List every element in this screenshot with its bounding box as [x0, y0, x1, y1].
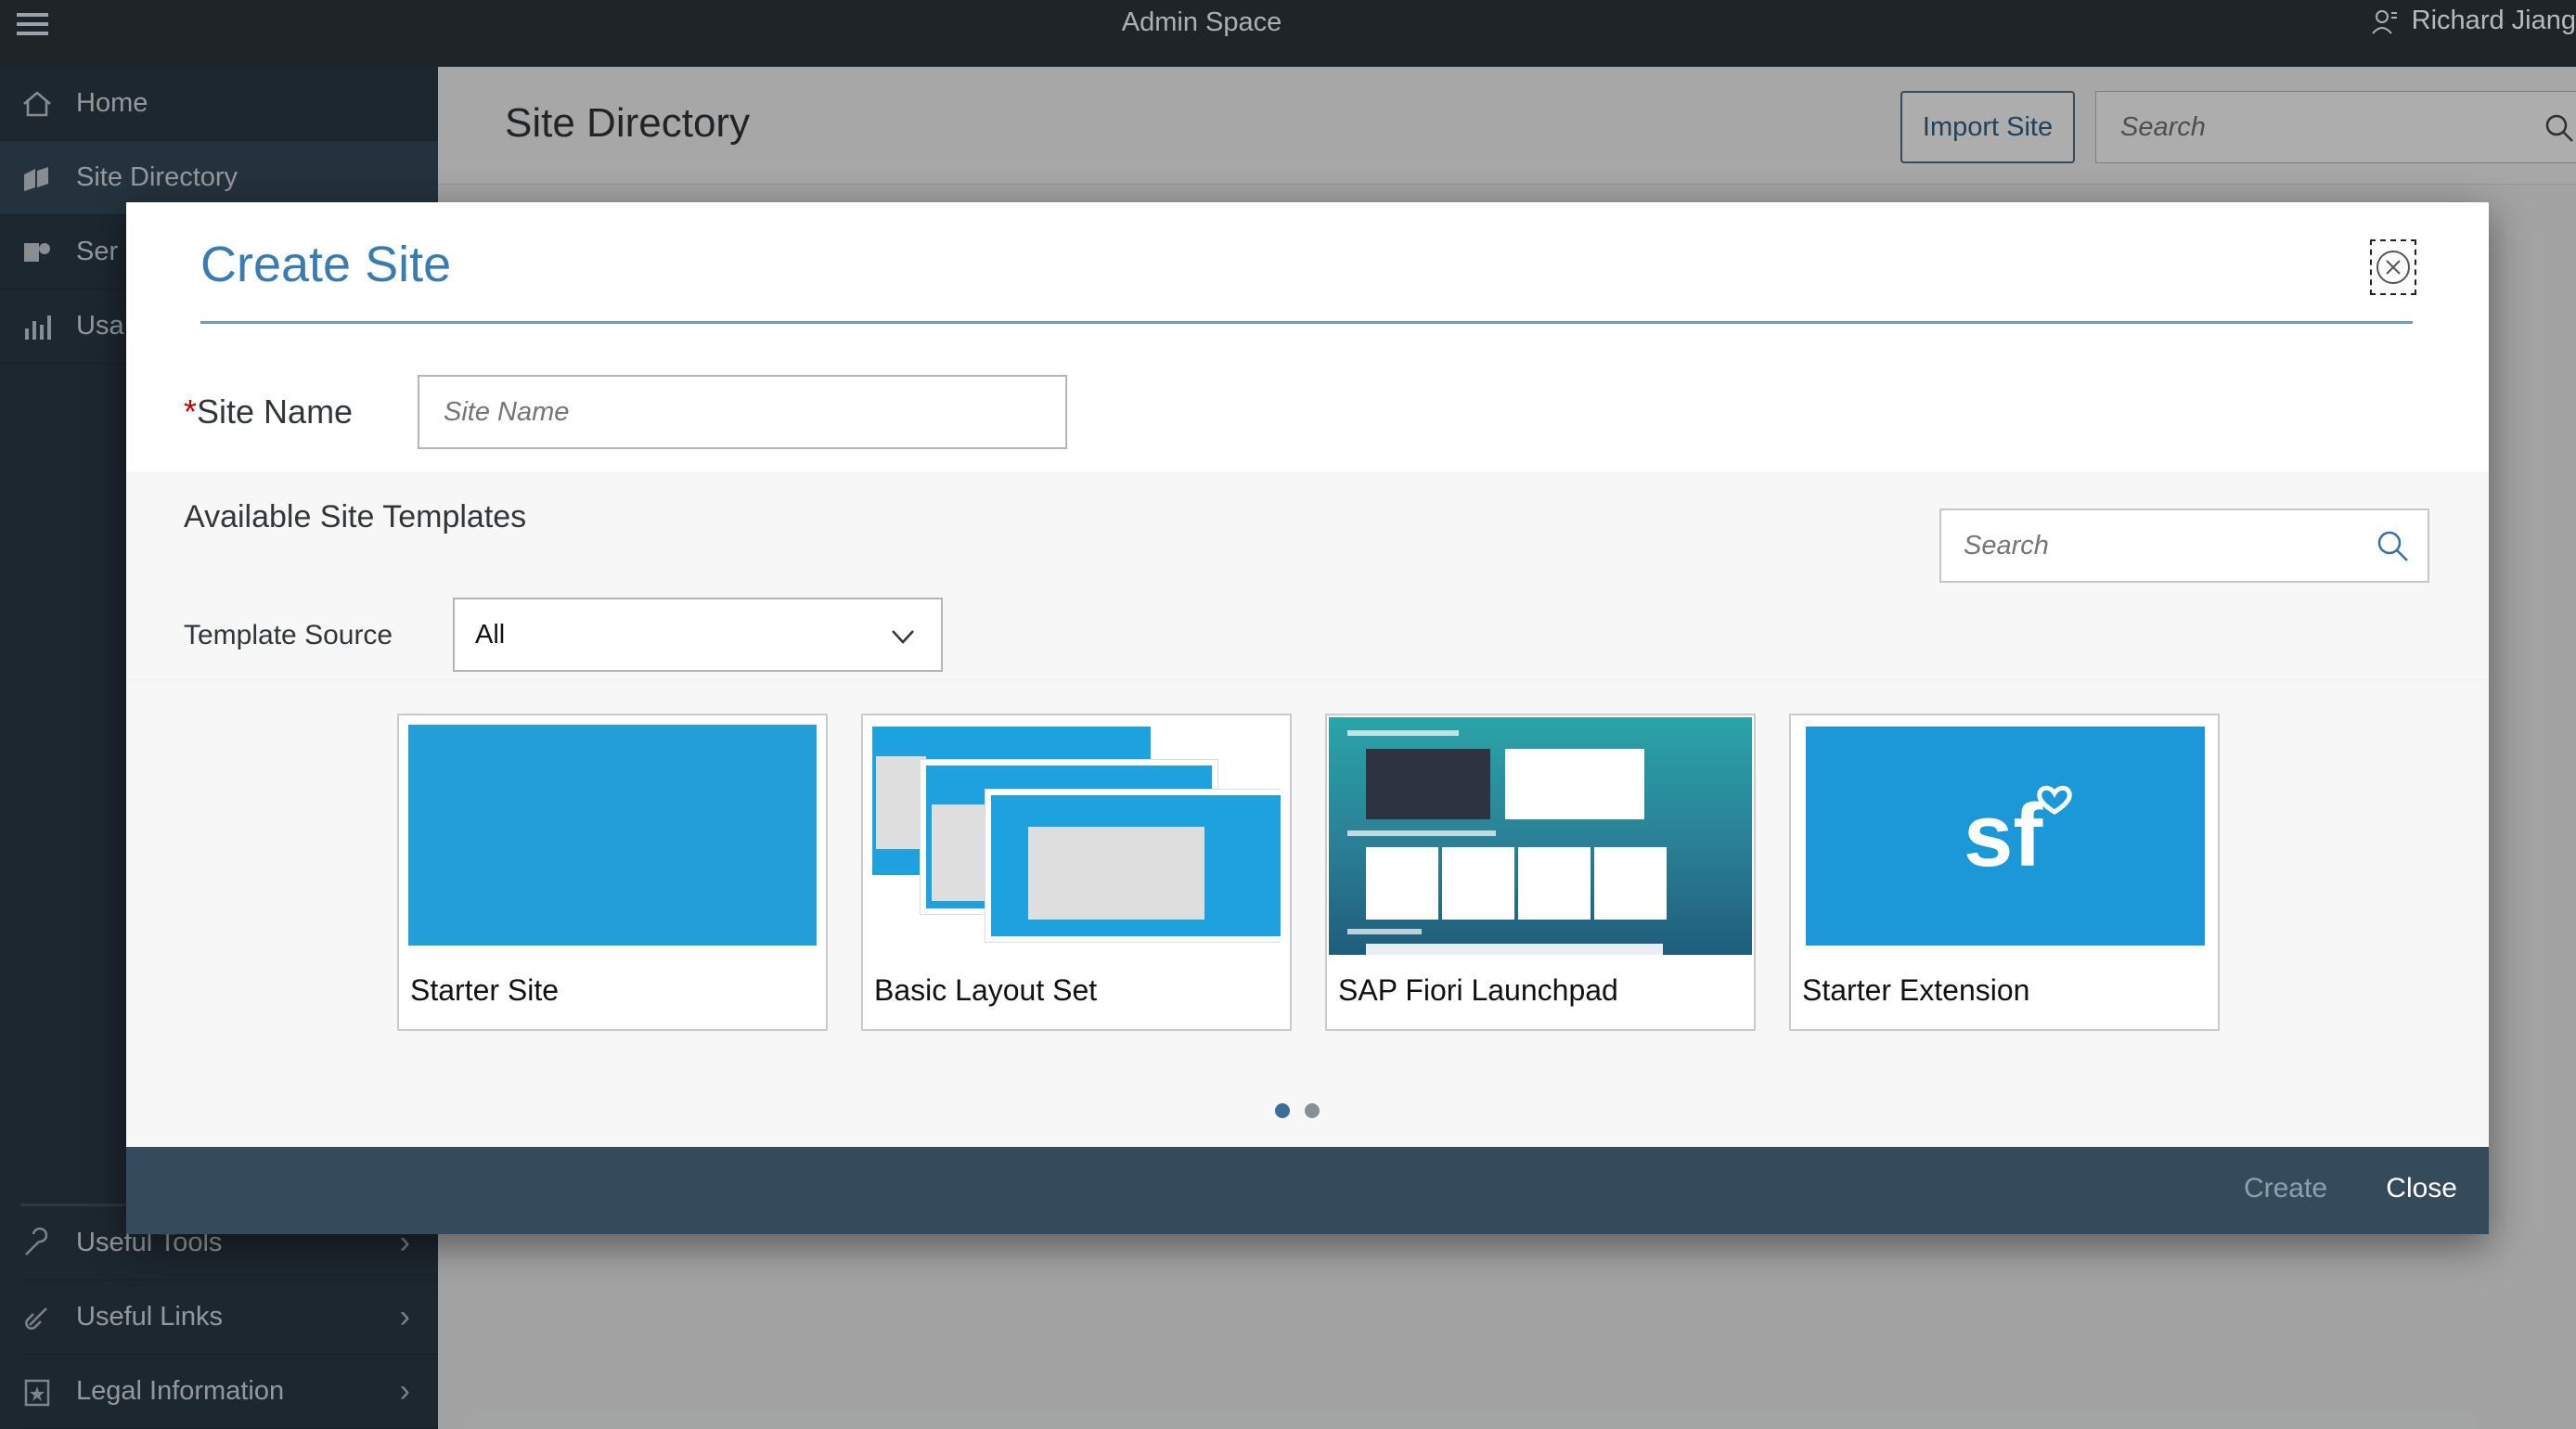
- site-name-row: *Site Name: [184, 375, 1067, 449]
- sidebar-item-label: Usa: [76, 311, 124, 341]
- page-header: Site Directory Import Site: [438, 67, 2576, 185]
- templates-search-input[interactable]: [1941, 510, 2350, 581]
- successfactors-logo-icon: sf: [1964, 785, 2072, 885]
- search-icon[interactable]: [2376, 529, 2411, 564]
- shell-title: Admin Space: [1121, 7, 1282, 37]
- template-card-basic-layout-set[interactable]: Basic Layout Set: [861, 714, 1292, 1031]
- sidebar-item-label: Home: [76, 88, 148, 118]
- template-source-value: All: [475, 619, 506, 650]
- sidebar-item-label: Useful Links: [76, 1302, 223, 1332]
- search-icon[interactable]: [2544, 112, 2575, 144]
- chevron-right-icon: ›: [399, 1299, 410, 1334]
- user-icon: [2371, 9, 2397, 34]
- carousel-page-indicator: [1275, 1103, 1320, 1118]
- dialog-title-underline: [200, 321, 2413, 324]
- template-card-label: Starter Extension: [1802, 973, 2030, 1007]
- import-site-button[interactable]: Import Site: [1900, 91, 2075, 163]
- dialog-title: Create Site: [200, 237, 452, 292]
- page-search-input[interactable]: [2096, 92, 2505, 162]
- chevron-right-icon: ›: [399, 1373, 410, 1409]
- page-dot[interactable]: [1305, 1103, 1320, 1118]
- close-icon: [2376, 251, 2410, 284]
- template-card-sap-fiori-launchpad[interactable]: SAP Fiori Launchpad: [1325, 714, 1756, 1031]
- home-icon: [23, 90, 51, 116]
- template-card-label: Starter Site: [410, 973, 560, 1007]
- page-title: Site Directory: [505, 100, 751, 146]
- close-button[interactable]: Close: [2386, 1173, 2457, 1204]
- sidebar-item-legal-information[interactable]: Legal Information ›: [20, 1355, 438, 1429]
- template-source-select[interactable]: All: [453, 598, 943, 672]
- template-thumbnail: [408, 725, 817, 946]
- sidebar-item-label: Ser: [76, 237, 119, 266]
- templates-search: [1939, 509, 2429, 583]
- wrench-icon: [25, 1227, 48, 1255]
- user-menu[interactable]: Richard Jiang: [2371, 6, 2576, 36]
- shell-bar: Admin Space Richard Jiang: [0, 0, 2576, 67]
- services-icon: [24, 242, 50, 262]
- page-dot[interactable]: [1275, 1103, 1290, 1118]
- close-dialog-button[interactable]: [2370, 239, 2416, 295]
- chevron-down-icon: [892, 630, 914, 644]
- sidebar-footer: Useful Tools › Useful Links › Legal Info…: [20, 1204, 438, 1429]
- user-name: Richard Jiang: [2411, 6, 2576, 35]
- template-card-starter-extension[interactable]: sf Starter Extension: [1789, 714, 2220, 1031]
- site-name-label: *Site Name: [184, 393, 354, 431]
- legal-icon: [24, 1379, 50, 1406]
- site-directory-icon: [24, 166, 48, 191]
- usage-icon: [25, 315, 51, 340]
- required-marker: *: [184, 393, 198, 431]
- templates-heading: Available Site Templates: [184, 499, 527, 534]
- templates-section: Available Site Templates Template Source…: [126, 471, 2489, 1147]
- template-source-label: Template Source: [184, 620, 393, 650]
- create-button[interactable]: Create: [2244, 1173, 2327, 1204]
- templates-carousel: Starter Site Basic Layout Set SAP Fiori …: [126, 679, 2489, 1147]
- svg-text:sf: sf: [1964, 786, 2043, 885]
- template-thumbnail: [1329, 717, 1752, 955]
- template-thumbnail: [872, 725, 1281, 946]
- create-site-dialog: Create Site *Site Name Available Site Te…: [126, 202, 2489, 1234]
- template-card-label: SAP Fiori Launchpad: [1338, 973, 1618, 1007]
- sidebar-item-useful-links[interactable]: Useful Links ›: [20, 1281, 438, 1355]
- dialog-footer: Create Close: [126, 1147, 2489, 1234]
- link-icon: [25, 1307, 47, 1330]
- template-card-starter-site[interactable]: Starter Site: [397, 714, 828, 1031]
- sidebar-item-label: Legal Information: [76, 1376, 285, 1406]
- site-name-input[interactable]: [418, 375, 1067, 449]
- template-card-label: Basic Layout Set: [874, 973, 1098, 1007]
- sidebar-item-home[interactable]: Home: [0, 67, 438, 141]
- page-search: [2095, 91, 2576, 163]
- template-thumbnail: sf: [1806, 727, 2205, 946]
- sidebar-item-label: Site Directory: [76, 162, 238, 192]
